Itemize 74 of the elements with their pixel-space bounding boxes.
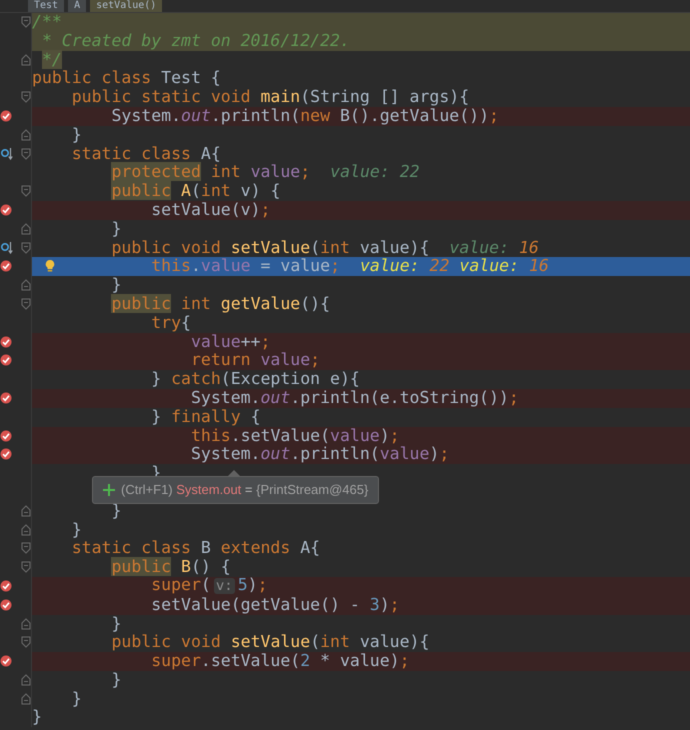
code-line: public static void main(String [] args){ [72,88,470,107]
inline-debug-value: value: 22 [330,163,420,182]
code-line: } [111,220,122,239]
code-line: try{ [151,314,191,333]
code-line: public void setValue(int value){ [111,633,430,652]
fold-icon[interactable] [21,692,31,705]
fold-icon[interactable] [21,542,31,554]
code-line: } [111,276,122,295]
code-line: public class Test { [32,69,221,88]
code-line: } [111,614,122,634]
fold-icon[interactable] [21,128,31,141]
tooltip-text: (Ctrl+F1) System.out = {PrintStream@465} [121,482,368,498]
code-line: static class A{ [72,144,221,164]
code-line: this.value = value; [151,257,340,276]
code-line: this.setValue(value); [190,426,400,446]
code-line: } catch(Exception e){ [151,370,360,389]
breakpoint-icon[interactable] [0,204,12,216]
fold-icon[interactable] [21,91,31,104]
breadcrumb-item[interactable]: setValue() [90,0,162,12]
fold-icon[interactable] [21,618,31,630]
code-line: public A(int v) { [111,182,280,201]
code-line: setValue(getValue() - 3); [151,596,400,614]
code-line: } finally { [151,408,261,427]
code-line: } [72,126,82,145]
code-line: * Created by zmt on 2016/12/22. [42,32,350,51]
code-line: } [72,520,82,540]
code-line: public B() { [111,558,231,577]
fold-icon[interactable] [21,185,31,198]
code-line: public int getValue(){ [111,294,330,314]
breakpoint-icon[interactable] [0,655,12,668]
fold-icon[interactable] [21,54,31,66]
breadcrumb-item[interactable]: A [68,0,86,12]
fold-icon[interactable] [21,242,31,254]
breakpoint-icon[interactable] [0,430,12,442]
code-line: super( v: 5); [151,576,268,596]
breakpoint-icon[interactable] [0,448,12,460]
code-line: } [111,670,122,690]
lightbulb-icon[interactable] [44,259,56,274]
breakpoint-icon[interactable] [0,580,12,592]
breakpoint-icon[interactable] [0,598,12,611]
code-line: System.out.println(new B().getValue()); [111,106,499,126]
fold-icon[interactable] [21,636,31,648]
breakpoint-icon[interactable] [0,260,12,272]
code-line: return value; [190,351,320,370]
breakpoint-icon[interactable] [0,354,12,366]
code-line: public void setValue(int value){ [111,238,430,258]
fold-icon[interactable] [21,524,31,536]
fold-icon[interactable] [21,148,31,160]
code-line: } [72,690,82,708]
code-line: } [111,502,122,521]
code-line: value++; [190,332,270,352]
code-line: System.out.println(value); [190,445,450,464]
inline-debug-value: value: 16 [459,257,549,276]
inline-debug-value: value: 16 [449,238,539,258]
fold-icon[interactable] [21,16,31,28]
breakpoint-icon[interactable] [0,336,12,348]
plus-icon[interactable] [103,484,115,496]
fold-icon[interactable] [21,222,31,235]
code-line: protected int value; [111,163,310,182]
code-line: System.out.println(e.toString()); [190,388,519,408]
breakpoint-icon[interactable] [0,110,12,122]
breakpoint-icon[interactable] [0,392,12,404]
code-line: /** [32,13,62,32]
inline-debug-value: value: 22 [360,257,450,276]
code-line: } [32,708,42,728]
code-line: setValue(v); [151,200,270,220]
fold-icon[interactable] [21,674,31,686]
fold-icon[interactable] [21,561,31,574]
fold-icon[interactable] [21,279,31,292]
code-line: static class B extends A{ [72,539,320,558]
code-line: super.setValue(2 * value); [151,652,410,671]
fold-icon[interactable] [21,504,31,517]
fold-icon[interactable] [21,298,31,310]
breadcrumb-item[interactable]: Test [28,0,64,12]
